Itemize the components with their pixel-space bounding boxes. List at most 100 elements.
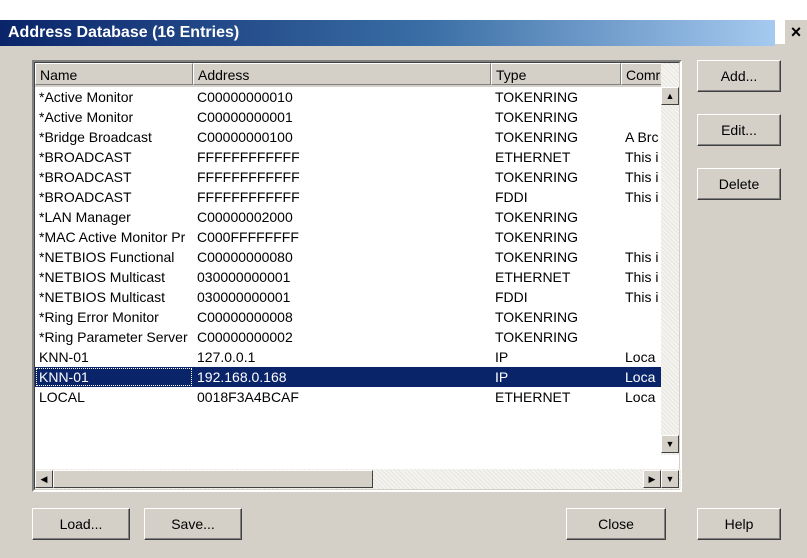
cell-comment: This i bbox=[625, 269, 659, 285]
cell-comment: This i bbox=[625, 149, 659, 165]
table-row[interactable]: KNN-01 192.168.0.168 IP Loca bbox=[35, 367, 665, 387]
cell-address: C00000002000 bbox=[197, 209, 293, 225]
address-list[interactable]: Name Address Type Comr *Active Monitor C0… bbox=[32, 60, 682, 492]
scroll-right-arrow-icon[interactable]: ▶ bbox=[643, 470, 661, 488]
cell-comment: A Brc bbox=[625, 129, 659, 145]
horizontal-scroll-thumb[interactable] bbox=[53, 470, 373, 488]
cell-name: LOCAL bbox=[39, 389, 85, 405]
horizontal-scrollbar[interactable]: ◀ ▶ ▼ bbox=[35, 469, 681, 489]
table-row[interactable]: *Active Monitor C00000000010 TOKENRING bbox=[35, 87, 665, 107]
save-button[interactable]: Save... bbox=[144, 508, 242, 540]
scroll-down-arrow-icon[interactable]: ▼ bbox=[661, 435, 679, 453]
cell-address: 192.168.0.168 bbox=[193, 367, 491, 387]
cell-comment: This i bbox=[625, 289, 659, 305]
cell-type: IP bbox=[491, 367, 621, 387]
cell-name: KNN-01 bbox=[35, 367, 193, 387]
cell-comment: Loca bbox=[625, 349, 656, 365]
cell-comment: Loca bbox=[625, 389, 656, 405]
cell-comment bbox=[621, 87, 665, 107]
close-button[interactable]: Close bbox=[566, 508, 666, 540]
table-row[interactable]: *MAC Active Monitor Pr C000FFFFFFFF TOKENR… bbox=[35, 227, 665, 247]
cell-comment: This i bbox=[625, 169, 659, 185]
cell-address: C00000000080 bbox=[197, 249, 293, 265]
table-row[interactable]: *Ring Parameter Server C00000000002 TOKENR… bbox=[35, 327, 665, 347]
column-header-name[interactable]: Name bbox=[35, 63, 193, 85]
cell-name: *MAC Active Monitor Pr bbox=[39, 229, 186, 245]
cell-address: FFFFFFFFFFFF bbox=[197, 149, 300, 165]
cell-address: 127.0.0.1 bbox=[197, 349, 256, 365]
window-title: Address Database (16 Entries) bbox=[8, 24, 240, 41]
table-row[interactable]: KNN-01 127.0.0.1 IP Loca bbox=[35, 347, 665, 367]
cell-name: *Bridge Broadcast bbox=[39, 129, 152, 145]
cell-name: *BROADCAST bbox=[39, 149, 132, 165]
cell-comment bbox=[621, 107, 665, 127]
cell-name: *Active Monitor bbox=[39, 89, 134, 105]
cell-type: TOKENRING bbox=[495, 109, 578, 125]
column-header-comment[interactable]: Comr bbox=[621, 63, 665, 85]
cell-name: *NETBIOS Functional bbox=[39, 249, 175, 265]
cell-type: TOKENRING bbox=[495, 129, 578, 145]
table-row[interactable]: *BROADCAST FFFFFFFFFFFF FDDI This i bbox=[35, 187, 665, 207]
cell-comment bbox=[621, 327, 665, 347]
cell-type: FDDI bbox=[495, 189, 528, 205]
table-row[interactable]: LOCAL 0018F3A4BCAF ETHERNET Loca bbox=[35, 387, 665, 407]
column-header-type[interactable]: Type bbox=[491, 63, 621, 85]
cell-address: FFFFFFFFFFFF bbox=[197, 169, 300, 185]
cell-type: TOKENRING bbox=[495, 329, 578, 345]
load-button[interactable]: Load... bbox=[32, 508, 130, 540]
cell-comment bbox=[621, 307, 665, 327]
table-row[interactable]: *NETBIOS Multicast 030000000001 FDDI This i bbox=[35, 287, 665, 307]
cell-comment: This i bbox=[625, 189, 659, 205]
cell-address: C00000000001 bbox=[197, 109, 293, 125]
table-row[interactable]: *Bridge Broadcast C00000000100 TOKENRING A … bbox=[35, 127, 665, 147]
cell-address: 0018F3A4BCAF bbox=[197, 389, 299, 405]
cell-address: 030000000001 bbox=[197, 269, 291, 285]
help-button[interactable]: Help bbox=[697, 508, 781, 540]
cell-address: C00000000100 bbox=[197, 129, 293, 145]
table-body: *Active Monitor C00000000010 TOKENRING *Act… bbox=[35, 87, 665, 407]
table-row[interactable]: *Active Monitor C00000000001 TOKENRING bbox=[35, 107, 665, 127]
cell-type: FDDI bbox=[495, 289, 528, 305]
table-row[interactable]: *BROADCAST FFFFFFFFFFFF TOKENRING This i bbox=[35, 167, 665, 187]
table-row[interactable]: *LAN Manager C00000002000 TOKENRING bbox=[35, 207, 665, 227]
cell-address: C00000000008 bbox=[197, 309, 293, 325]
cell-type: ETHERNET bbox=[495, 269, 571, 285]
cell-address: 030000000001 bbox=[197, 289, 291, 305]
close-window-button[interactable]: × bbox=[785, 20, 807, 44]
scroll-left-arrow-icon[interactable]: ◀ bbox=[35, 470, 53, 488]
cell-type: TOKENRING bbox=[495, 89, 578, 105]
cell-comment: Loca bbox=[621, 367, 665, 387]
cell-name: *Ring Error Monitor bbox=[39, 309, 159, 325]
cell-comment bbox=[621, 207, 665, 227]
column-header-address[interactable]: Address bbox=[193, 63, 491, 85]
cell-address: C000FFFFFFFF bbox=[197, 229, 299, 245]
cell-name: *NETBIOS Multicast bbox=[39, 269, 166, 285]
cell-name: *BROADCAST bbox=[39, 169, 132, 185]
cell-type: TOKENRING bbox=[495, 229, 578, 245]
cell-name: *Ring Parameter Server bbox=[39, 329, 188, 345]
scroll-up-arrow-icon[interactable]: ▲ bbox=[661, 87, 679, 105]
table-row[interactable]: *NETBIOS Functional C00000000080 TOKENRING… bbox=[35, 247, 665, 267]
cell-type: TOKENRING bbox=[495, 309, 578, 325]
cell-comment: This i bbox=[625, 249, 659, 265]
table-row[interactable]: *Ring Error Monitor C00000000008 TOKENRING bbox=[35, 307, 665, 327]
cell-address: C00000000010 bbox=[197, 89, 293, 105]
cell-type: IP bbox=[495, 349, 509, 365]
cell-name: *NETBIOS Multicast bbox=[39, 289, 166, 305]
cell-type: TOKENRING bbox=[495, 169, 578, 185]
table-row[interactable]: *BROADCAST FFFFFFFFFFFF ETHERNET This i bbox=[35, 147, 665, 167]
cell-name: KNN-01 bbox=[39, 349, 89, 365]
cell-type: TOKENRING bbox=[495, 249, 578, 265]
title-bar: Address Database (16 Entries) × bbox=[0, 0, 807, 46]
cell-type: TOKENRING bbox=[495, 209, 578, 225]
cell-type: ETHERNET bbox=[495, 149, 571, 165]
add-button[interactable]: Add... bbox=[697, 60, 781, 92]
cell-comment bbox=[621, 227, 665, 247]
address-list-inner: Name Address Type Comr *Active Monitor C0… bbox=[34, 62, 681, 490]
vertical-scrollbar[interactable]: ▲ ▼ bbox=[661, 63, 679, 455]
table-row[interactable]: *NETBIOS Multicast 030000000001 ETHERNET Th… bbox=[35, 267, 665, 287]
edit-button[interactable]: Edit... bbox=[697, 114, 781, 146]
delete-button[interactable]: Delete bbox=[697, 168, 781, 200]
cell-address: C00000000002 bbox=[197, 329, 293, 345]
scroll-down-arrow-icon[interactable]: ▼ bbox=[661, 470, 679, 488]
